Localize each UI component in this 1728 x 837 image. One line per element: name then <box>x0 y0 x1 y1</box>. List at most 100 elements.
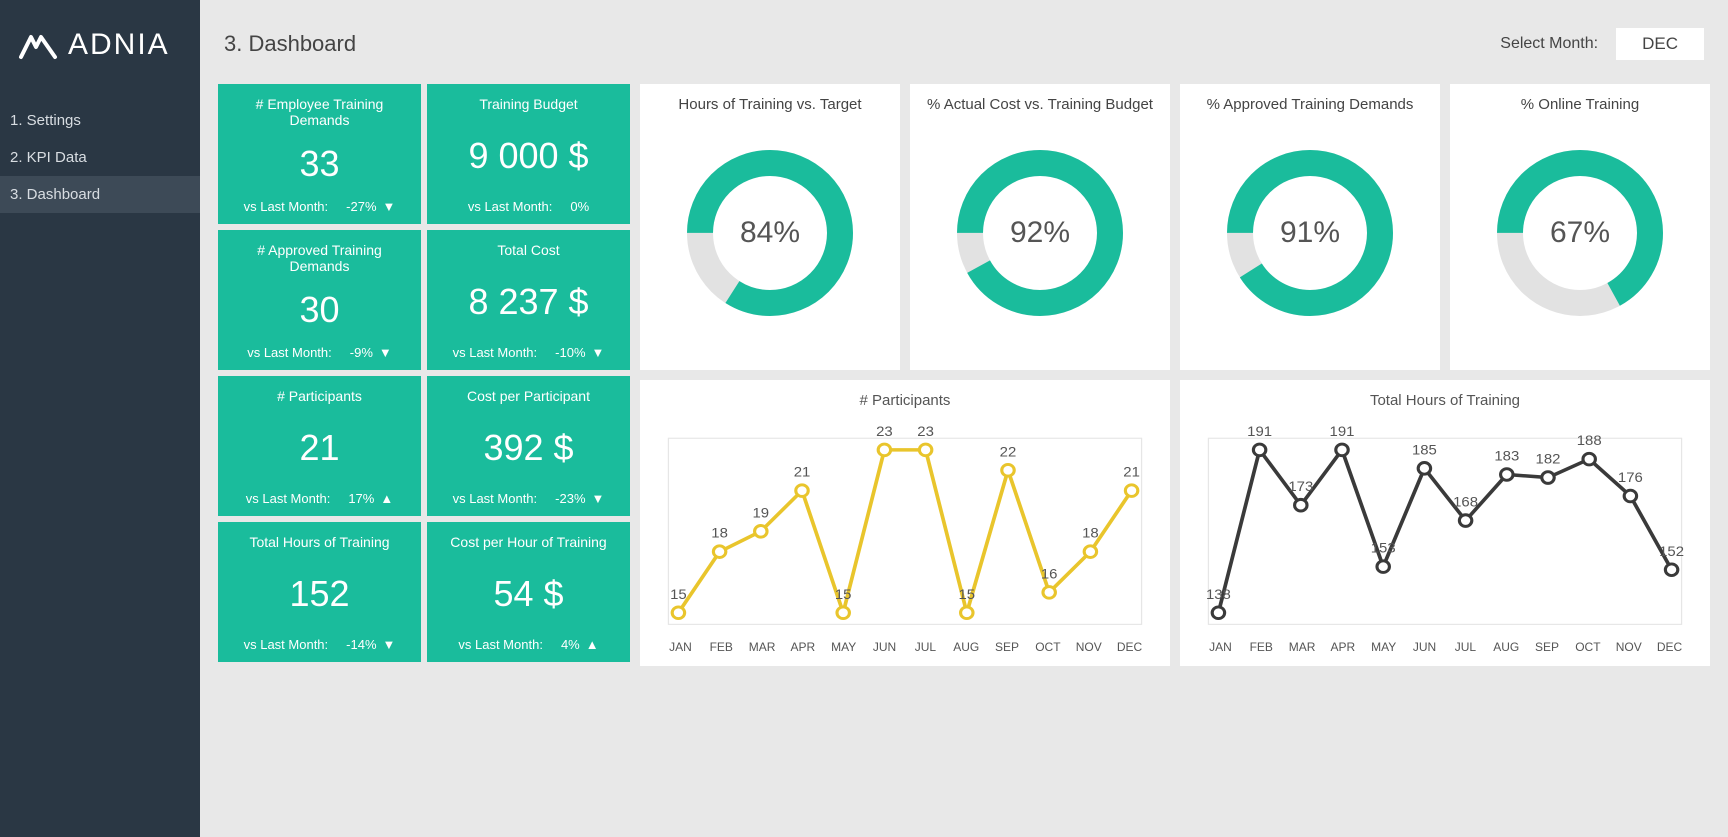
svg-text:168: 168 <box>1453 495 1478 510</box>
kpi-foot-label: vs Last Month: <box>244 637 329 652</box>
axis-labels: JANFEBMARAPRMAYJUNJULAUGSEPOCTNOVDEC <box>656 636 1154 656</box>
kpi-delta: 17%▲ <box>348 491 393 506</box>
kpi-title: # Approved Training Demands <box>228 242 411 274</box>
axis-month: APR <box>1322 640 1363 654</box>
axis-month: JUL <box>905 640 946 654</box>
svg-text:15: 15 <box>958 587 975 602</box>
kpi-delta: -14% ▼ <box>346 637 395 652</box>
kpi-foot-label: vs Last Month: <box>458 637 543 652</box>
axis-month: DEC <box>1649 640 1690 654</box>
mini-plot: 138191173191153185168183182188176152 <box>1196 415 1694 636</box>
mini-chart-1: Total Hours of Training 13819117319115318… <box>1180 380 1710 666</box>
kpi-value: 8 237 $ <box>468 281 588 323</box>
kpi-delta: -9%▼ <box>350 345 392 360</box>
kpi-title: Total Hours of Training <box>249 534 389 550</box>
logo: ADNIA <box>0 0 200 102</box>
kpi-card-1: Training Budget9 000 $vs Last Month:0% <box>427 84 630 224</box>
axis-month: SEP <box>1527 640 1568 654</box>
kpi-value: 54 $ <box>493 573 563 615</box>
sidebar-item-2[interactable]: 3. Dashboard <box>0 176 200 213</box>
sidebar-item-0[interactable]: 1. Settings <box>0 102 200 139</box>
main: 3. Dashboard Select Month: DEC # Employe… <box>200 0 1728 837</box>
month-select: Select Month: DEC <box>1500 28 1704 60</box>
kpi-footer: vs Last Month: 0% <box>437 199 620 214</box>
trend-down-icon: ▼ <box>379 345 392 360</box>
topbar: 3. Dashboard Select Month: DEC <box>218 0 1710 84</box>
sidebar-item-1[interactable]: 2. KPI Data <box>0 139 200 176</box>
kpi-title: Cost per Participant <box>467 388 590 404</box>
kpi-foot-label: vs Last Month: <box>244 199 329 214</box>
axis-month: MAR <box>1282 640 1323 654</box>
mini-title: Total Hours of Training <box>1196 392 1694 409</box>
svg-text:15: 15 <box>835 587 852 602</box>
donut-title: % Approved Training Demands <box>1207 96 1414 113</box>
svg-text:138: 138 <box>1206 587 1231 602</box>
axis-month: FEB <box>701 640 742 654</box>
kpi-delta: -27%▼ <box>346 199 395 214</box>
donut-title: % Actual Cost vs. Training Budget <box>927 96 1153 113</box>
donut-chart: 91% <box>1220 143 1400 323</box>
kpi-footer: vs Last Month: -27%▼ <box>228 199 411 214</box>
logo-icon <box>18 30 58 60</box>
axis-month: MAY <box>1363 640 1404 654</box>
donut-card-3: % Online Training 67% <box>1450 84 1710 370</box>
page-title: 3. Dashboard <box>224 31 356 57</box>
trend-up-icon: ▲ <box>380 491 393 506</box>
kpi-foot-label: vs Last Month: <box>468 199 553 214</box>
dashboard-grid: # Employee Training Demands33vs Last Mon… <box>218 84 1710 666</box>
svg-text:19: 19 <box>753 506 770 521</box>
kpi-footer: vs Last Month: -9%▼ <box>228 345 411 360</box>
trend-down-icon: ▼ <box>383 199 396 214</box>
svg-text:23: 23 <box>917 424 934 439</box>
kpi-title: Training Budget <box>479 96 577 112</box>
kpi-foot-label: vs Last Month: <box>247 345 332 360</box>
svg-text:176: 176 <box>1618 470 1643 485</box>
kpi-value: 30 <box>299 289 339 331</box>
donut-card-0: Hours of Training vs. Target84% <box>640 84 900 370</box>
mini-chart-0: # Participants151819211523231522161821JA… <box>640 380 1170 666</box>
trend-down-icon: ▼ <box>592 491 605 506</box>
mini-plot: 151819211523231522161821 <box>656 415 1154 636</box>
kpi-grid: # Employee Training Demands33vs Last Mon… <box>218 84 630 666</box>
kpi-delta: -23% ▼ <box>555 491 604 506</box>
axis-month: AUG <box>946 640 987 654</box>
kpi-foot-label: vs Last Month: <box>453 491 538 506</box>
donut-chart: 67% <box>1490 143 1670 323</box>
svg-text:182: 182 <box>1536 452 1561 467</box>
kpi-title: # Employee Training Demands <box>228 96 411 128</box>
kpi-footer: vs Last Month:17%▲ <box>228 491 411 506</box>
axis-month: JUN <box>1404 640 1445 654</box>
donut-chart: 84% <box>680 143 860 323</box>
kpi-value: 21 <box>299 427 339 469</box>
kpi-value: 152 <box>289 573 349 615</box>
donut-percent: 92% <box>950 143 1130 323</box>
kpi-footer: vs Last Month:-10%▼ <box>437 345 620 360</box>
svg-text:18: 18 <box>711 526 728 541</box>
donut-card-2: % Approved Training Demands 91% <box>1180 84 1440 370</box>
kpi-foot-label: vs Last Month: <box>453 345 538 360</box>
axis-month: NOV <box>1068 640 1109 654</box>
axis-labels: JANFEBMARAPRMAYJUNJULAUGSEPOCTNOVDEC <box>1196 636 1694 656</box>
donut-card-1: % Actual Cost vs. Training Budget 92% <box>910 84 1170 370</box>
month-select-value[interactable]: DEC <box>1616 28 1704 60</box>
svg-text:21: 21 <box>794 465 811 480</box>
kpi-delta-value: -23% <box>555 491 585 506</box>
kpi-card-4: # Participants21vs Last Month:17%▲ <box>218 376 421 516</box>
kpi-delta: 4%▲ <box>561 637 599 652</box>
kpi-card-7: Cost per Hour of Training54 $vs Last Mon… <box>427 522 630 662</box>
logo-text: ADNIA <box>68 28 170 62</box>
trend-down-icon: ▼ <box>383 637 396 652</box>
axis-month: DEC <box>1109 640 1150 654</box>
svg-text:173: 173 <box>1288 480 1313 495</box>
nav: 1. Settings2. KPI Data3. Dashboard <box>0 102 200 213</box>
svg-text:22: 22 <box>1000 445 1017 460</box>
donut-title: % Online Training <box>1521 96 1639 113</box>
axis-month: JUN <box>864 640 905 654</box>
axis-month: MAY <box>823 640 864 654</box>
donut-chart: 92% <box>950 143 1130 323</box>
kpi-footer: vs Last Month: -23% ▼ <box>437 491 620 506</box>
axis-month: OCT <box>1567 640 1608 654</box>
kpi-delta-value: -14% <box>346 637 376 652</box>
kpi-footer: vs Last Month: 4%▲ <box>437 637 620 652</box>
kpi-delta-value: 0% <box>570 199 589 214</box>
